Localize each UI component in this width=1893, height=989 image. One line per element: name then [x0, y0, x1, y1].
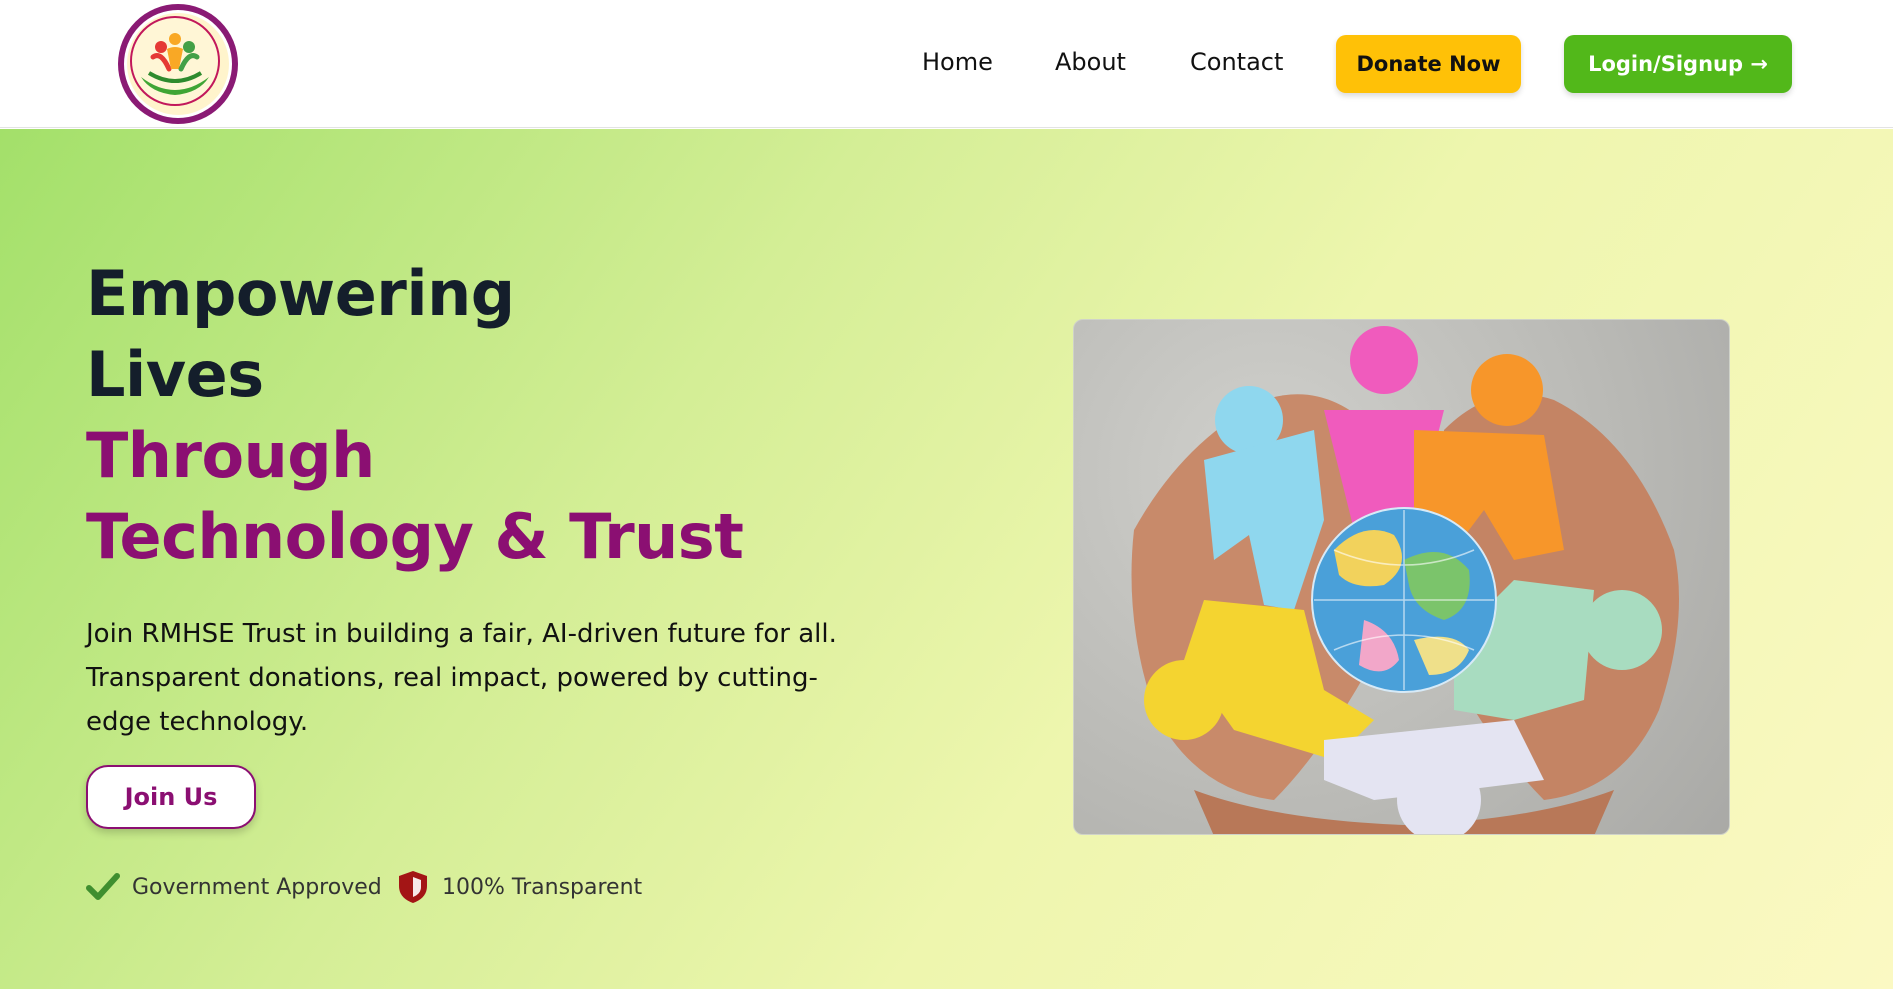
trust-logo[interactable]: [118, 4, 238, 124]
government-approved-badge: Government Approved: [86, 869, 382, 905]
nav-home-link[interactable]: Home: [922, 48, 993, 76]
nav-about-link[interactable]: About: [1055, 48, 1126, 76]
nav-contact-link[interactable]: Contact: [1190, 48, 1283, 76]
headline-line-3: Through: [86, 419, 375, 492]
hero-headline: Empowering Lives Through Technology & Tr…: [86, 253, 846, 577]
navbar: Home About Contact Donate Now Login/Sign…: [0, 0, 1893, 128]
join-us-button[interactable]: Join Us: [86, 765, 256, 829]
shield-icon: [399, 871, 427, 903]
hero-image: [1073, 319, 1730, 835]
logo-emblem: [124, 10, 232, 118]
people-logo-icon: [130, 16, 220, 106]
headline-line-1: Empowering: [86, 257, 515, 330]
headline-line-4: Technology & Trust: [86, 500, 744, 573]
check-icon: [86, 873, 120, 900]
login-signup-button[interactable]: Login/Signup →: [1564, 35, 1792, 93]
hands-globe-illustration: [1131, 326, 1679, 834]
donate-now-button[interactable]: Donate Now: [1336, 35, 1521, 93]
transparent-badge: 100% Transparent: [396, 869, 642, 905]
globe: [1311, 507, 1497, 693]
hero-subtitle: Join RMHSE Trust in building a fair, AI-…: [86, 619, 837, 737]
badge-label: Government Approved: [132, 874, 382, 900]
badge-label: 100% Transparent: [442, 874, 643, 900]
headline-line-2: Lives: [86, 338, 264, 411]
hero-section: Empowering Lives Through Technology & Tr…: [0, 129, 1893, 989]
